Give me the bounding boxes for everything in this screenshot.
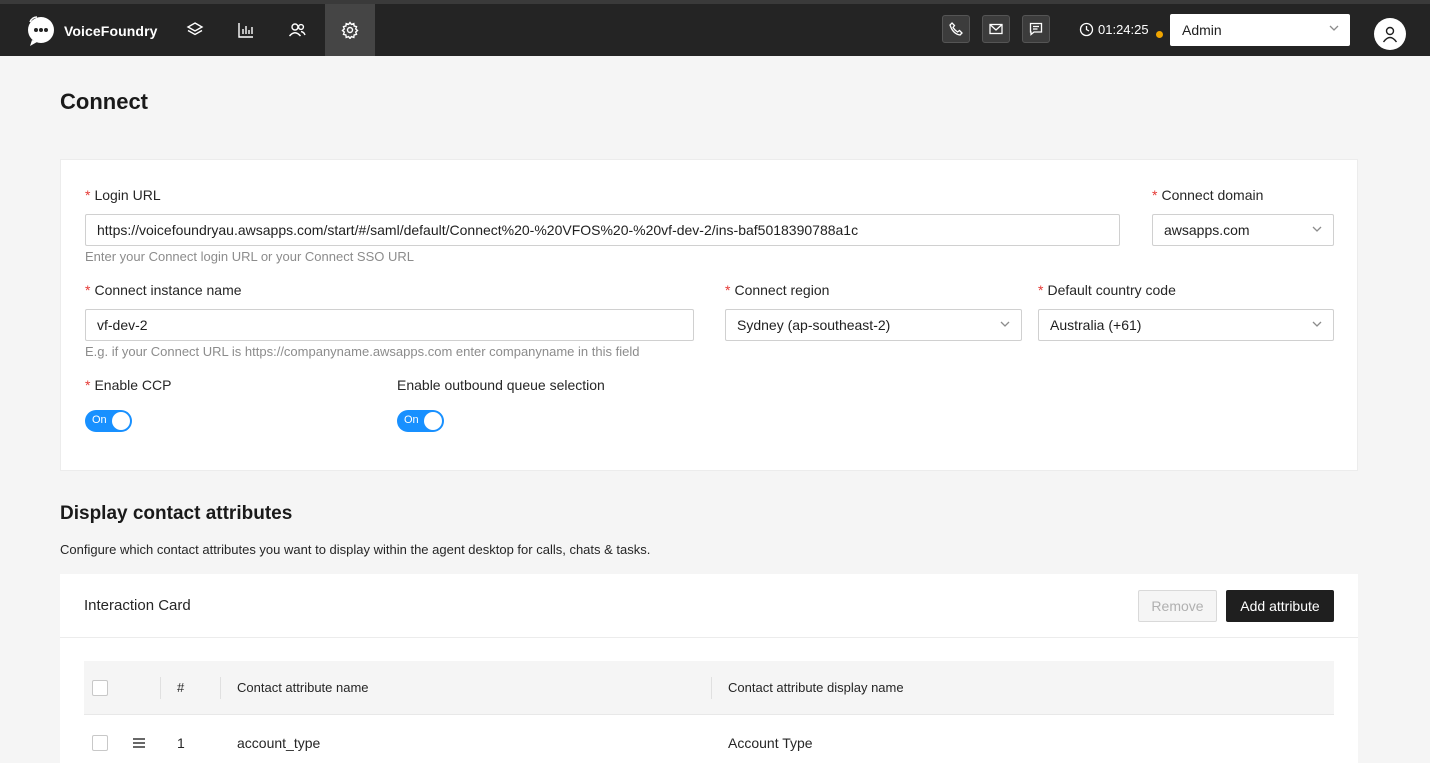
chevron-down-icon [1329,25,1339,31]
required-marker: * [1152,187,1158,203]
region-label: * Connect region [725,282,830,298]
remove-button[interactable]: Remove [1138,590,1217,622]
divider [60,637,1358,638]
column-separator [220,677,221,699]
drag-handle-icon[interactable] [132,736,146,750]
enable-ccp-toggle[interactable]: On [85,410,132,432]
layers-icon [186,22,204,36]
column-header-number: # [177,680,185,695]
instance-name-input[interactable]: vf-dev-2 [85,309,694,341]
nav-settings[interactable] [325,4,375,56]
row-number: 1 [177,735,185,751]
outbound-queue-toggle[interactable]: On [397,410,444,432]
select-all-checkbox[interactable] [92,680,108,696]
toggle-state: On [92,414,107,426]
card-title: Interaction Card [84,597,191,614]
app-name: VoiceFoundry [64,23,158,39]
email-button[interactable] [982,15,1010,43]
row-attribute-name: account_type [237,735,321,751]
section-title: Display contact attributes [60,503,293,524]
table-row[interactable]: 1 account_type Account Type [84,715,1334,763]
column-separator [160,677,161,699]
section-description: Configure which contact attributes you w… [60,542,651,557]
chat-icon [1029,22,1043,36]
clock-icon [1079,22,1094,37]
top-bar: VoiceFoundry 01:24:25 Admin [0,0,1430,56]
nav-layers[interactable] [170,4,220,56]
region-select[interactable]: Sydney (ap-southeast-2) [725,309,1022,341]
connect-domain-label: * Connect domain [1152,187,1264,203]
country-code-label: * Default country code [1038,282,1176,298]
row-display-name: Account Type [728,735,813,751]
logo-icon [28,16,54,46]
instance-name-help: E.g. if your Connect URL is https://comp… [85,344,640,359]
phone-button[interactable] [942,15,970,43]
interaction-card: Interaction Card Remove Add attribute # … [60,574,1358,763]
country-code-select[interactable]: Australia (+61) [1038,309,1334,341]
chevron-down-icon [1000,321,1010,327]
page-title: Connect [60,89,148,114]
role-select[interactable]: Admin [1170,14,1350,46]
nav-reports[interactable] [221,4,271,56]
chat-button[interactable] [1022,15,1050,43]
timer-value: 01:24:25 [1098,22,1149,37]
column-header-name[interactable]: Contact attribute name [237,680,369,695]
chevron-down-icon [1312,226,1322,232]
connect-domain-select[interactable]: awsapps.com [1152,214,1334,246]
connect-settings-panel: * Login URL https://voicefoundryau.awsapp… [60,159,1358,471]
nav-users[interactable] [272,4,322,56]
phone-icon [949,22,963,36]
chevron-down-icon [1312,321,1322,327]
mail-icon [989,23,1003,35]
outbound-queue-label: Enable outbound queue selection [397,377,605,393]
required-marker: * [725,282,731,298]
enable-ccp-label: * Enable CCP [85,377,172,393]
toggle-knob [424,412,442,430]
logo[interactable]: VoiceFoundry [24,14,158,48]
session-timer: 01:24:25 [1079,22,1149,37]
table-header: # Contact attribute name Contact attribu… [84,661,1334,715]
user-icon [1382,26,1398,43]
toggle-state: On [404,414,419,426]
column-separator [711,677,712,699]
login-url-help: Enter your Connect login URL or your Con… [85,249,415,264]
user-avatar[interactable] [1374,18,1406,50]
login-url-input[interactable]: https://voicefoundryau.awsapps.com/start… [85,214,1120,246]
status-indicator [1156,31,1163,38]
row-checkbox[interactable] [92,735,108,751]
toggle-knob [112,412,130,430]
column-header-display-name[interactable]: Contact attribute display name [728,680,904,695]
gear-icon [341,21,359,39]
required-marker: * [1038,282,1044,298]
role-value: Admin [1182,22,1222,38]
instance-name-label: * Connect instance name [85,282,242,298]
login-url-label: * Login URL [85,187,161,203]
add-attribute-button[interactable]: Add attribute [1226,590,1334,622]
required-marker: * [85,187,91,203]
users-icon [288,23,306,37]
required-marker: * [85,377,91,393]
required-marker: * [85,282,91,298]
bar-chart-icon [238,23,253,38]
